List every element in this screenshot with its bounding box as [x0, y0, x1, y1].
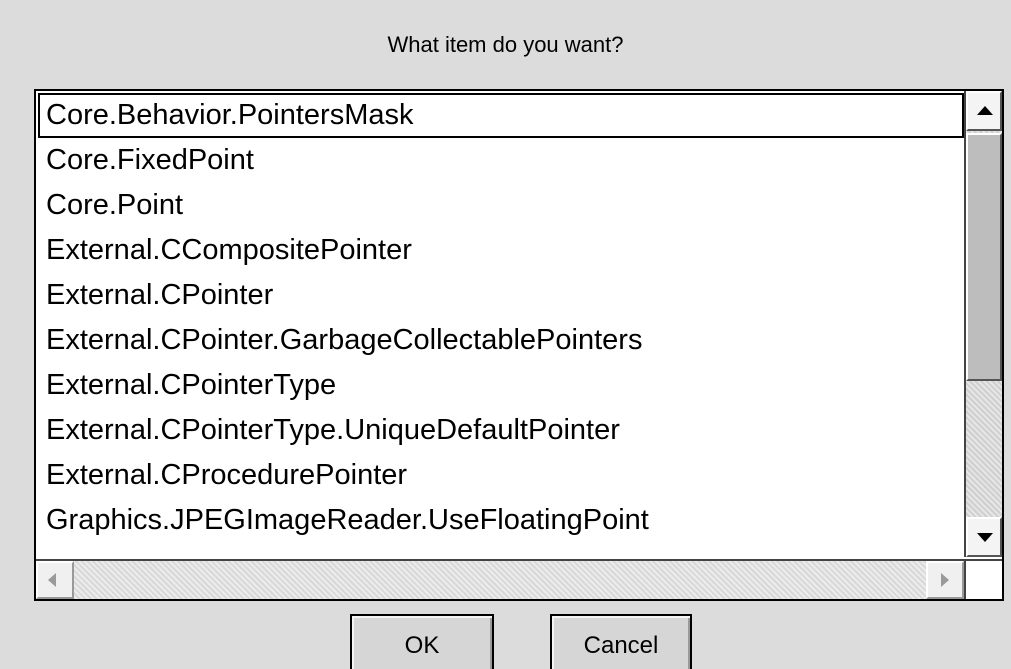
scroll-up-button[interactable]: [966, 91, 1002, 131]
list-item[interactable]: External.CCompositePointer: [38, 228, 964, 273]
list-item[interactable]: External.CProcedurePointer: [38, 453, 964, 498]
scroll-right-button[interactable]: [926, 561, 964, 599]
item-picker-dialog: What item do you want? Core.Behavior.Poi…: [0, 0, 1011, 669]
list-item[interactable]: External.CPointer: [38, 273, 964, 318]
vertical-scroll-thumb[interactable]: [966, 133, 1002, 381]
arrow-up-icon: [977, 106, 993, 115]
item-list: Core.Behavior.PointersMask Core.FixedPoi…: [38, 93, 964, 559]
arrow-right-icon: [941, 573, 949, 587]
scroll-down-button[interactable]: [966, 517, 1002, 557]
list-item[interactable]: Core.FixedPoint: [38, 138, 964, 183]
list-item[interactable]: External.CPointer.GarbageCollectablePoin…: [38, 318, 964, 363]
horizontal-scrollbar[interactable]: [36, 559, 964, 599]
dialog-prompt: What item do you want?: [387, 32, 624, 57]
list-item[interactable]: Core.Point: [38, 183, 964, 228]
ok-button[interactable]: OK: [350, 614, 494, 669]
list-item[interactable]: External.CPointerType.UniqueDefaultPoint…: [38, 408, 964, 453]
list-item[interactable]: Graphics.JPEGImageReader.UseFloatingPoin…: [38, 498, 964, 543]
cancel-button[interactable]: Cancel: [550, 614, 692, 669]
scroll-left-button[interactable]: [36, 561, 74, 599]
arrow-left-icon: [48, 573, 56, 587]
list-item[interactable]: External.CPointerType: [38, 363, 964, 408]
vertical-scrollbar[interactable]: [964, 91, 1002, 557]
list-item-selected[interactable]: Core.Behavior.PointersMask: [38, 93, 964, 138]
item-listbox[interactable]: Core.Behavior.PointersMask Core.FixedPoi…: [34, 89, 1004, 601]
arrow-down-icon: [977, 533, 993, 542]
scrollbar-corner: [964, 559, 1002, 599]
